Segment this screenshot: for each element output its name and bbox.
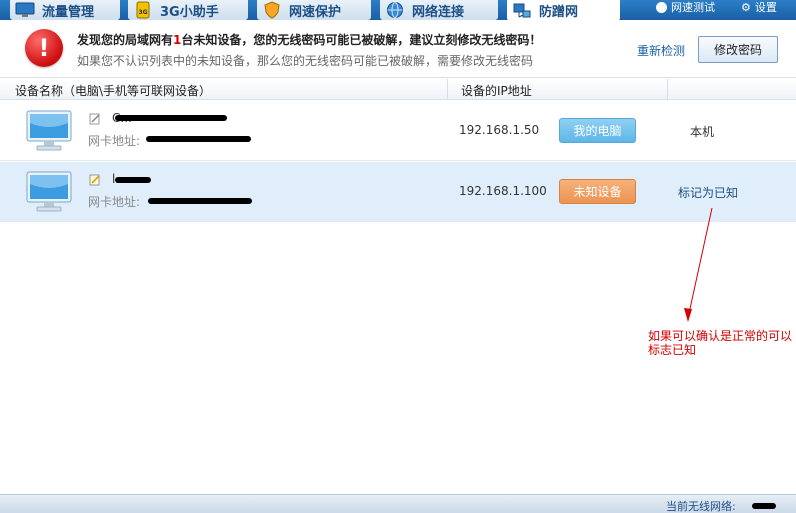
shield-icon [261, 1, 283, 19]
redaction-mark [752, 503, 776, 509]
my-computer-badge: 我的电脑 [559, 118, 636, 143]
tab-label: 网络连接 [412, 4, 465, 20]
alert-title: 发现您的局域网有1台未知设备，您的无线密码可能已被破解，建议立刻修改无线密码！ [77, 31, 541, 48]
edit-icon[interactable] [89, 174, 101, 186]
alert-banner: ! 发现您的局域网有1台未知设备，您的无线密码可能已被破解，建议立刻修改无线密码… [0, 20, 796, 78]
table-row[interactable]: l... 网卡地址: 192.168.1.100 未知设备 标记为已知 [0, 162, 796, 222]
device-ip: 192.168.1.100 [459, 184, 547, 198]
3g-icon: 3G [132, 1, 154, 19]
edit-icon[interactable] [89, 113, 101, 125]
speedtest-icon [656, 1, 667, 13]
settings-link[interactable]: ⚙ 设置 [741, 0, 777, 15]
column-device-name: 设备名称（电脑\手机等可联网设备） [15, 84, 212, 98]
annotation-text: 如果可以确认是正常的可以标志已知 [648, 329, 793, 357]
unknown-device-badge: 未知设备 [559, 179, 636, 204]
warning-icon: ! [25, 29, 63, 67]
svg-text:3G: 3G [138, 9, 147, 16]
recheck-link[interactable]: 重新检测 [637, 42, 685, 59]
device-status: 本机 [690, 125, 715, 139]
monitor-icon [14, 1, 36, 19]
tab-3g-assistant[interactable]: 3G 3G小助手 [128, 0, 248, 20]
column-ip-address: 设备的IP地址 [461, 84, 532, 98]
redaction-mark [115, 177, 151, 183]
status-bar: 当前无线网络: [0, 494, 796, 513]
alert-title-prefix: 发现您的局域网有 [77, 33, 174, 47]
tab-label: 3G小助手 [160, 4, 219, 20]
mac-address-label: 网卡地址: [88, 134, 141, 148]
redaction-mark [146, 136, 251, 142]
table-header: 设备名称（电脑\手机等可联网设备） 设备的IP地址 [0, 79, 796, 100]
network-icon [511, 2, 533, 20]
mac-address-label: 网卡地址: [88, 195, 141, 209]
speedtest-link[interactable]: 网速测试 [656, 0, 715, 14]
device-ip: 192.168.1.50 [459, 123, 540, 137]
computer-icon [26, 110, 72, 151]
settings-label: 设置 [754, 1, 777, 14]
tab-network-connection[interactable]: 网络连接 [380, 0, 498, 20]
redaction-mark [148, 198, 252, 204]
alert-subtitle: 如果您不认识列表中的未知设备，那么您的无线密码可能已被破解，需要修改无线密码 [77, 54, 534, 68]
change-password-button[interactable]: 修改密码 [698, 36, 778, 63]
tab-traffic-management[interactable]: 流量管理 [10, 0, 120, 20]
tab-speed-protection[interactable]: 网速保护 [257, 0, 371, 20]
tab-label: 网速保护 [289, 4, 342, 20]
globe-icon [384, 1, 406, 19]
computer-icon [26, 171, 72, 212]
tab-label: 流量管理 [42, 4, 95, 20]
table-row[interactable]: C... 网卡地址: 192.168.1.50 我的电脑 本机 [0, 101, 796, 161]
redaction-mark [115, 115, 227, 121]
mark-as-known-link[interactable]: 标记为已知 [678, 184, 738, 201]
tab-anti-freeload[interactable]: 防蹭网 [507, 0, 620, 21]
speedtest-label: 网速测试 [671, 1, 715, 14]
column-divider [667, 79, 668, 99]
tab-bar: 流量管理 3G 3G小助手 网速保护 网络连接 防蹭网 网速测试 ⚙ 设置 [0, 0, 796, 21]
column-divider [447, 79, 448, 99]
gear-icon: ⚙ [741, 0, 751, 14]
tab-label: 防蹭网 [539, 5, 579, 20]
current-network-label: 当前无线网络: [666, 500, 736, 513]
alert-title-suffix: 台未知设备，您的无线密码可能已被破解，建议立刻修改无线密码！ [181, 33, 542, 47]
